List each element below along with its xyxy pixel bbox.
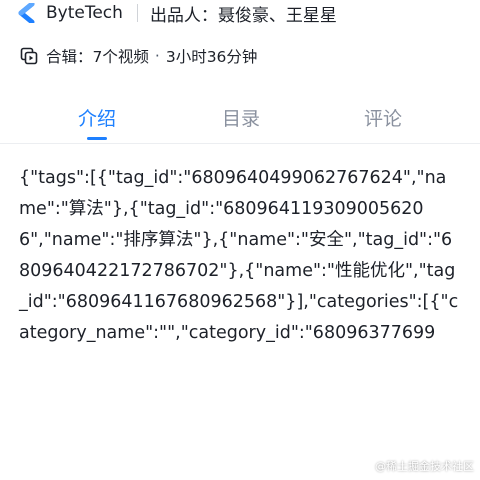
author-label: 出品人： xyxy=(149,5,218,26)
tab-bar: 介绍 目录 评论 xyxy=(0,96,480,144)
video-collection-icon xyxy=(20,47,38,65)
tab-intro[interactable]: 介绍 xyxy=(78,104,116,131)
tab-comments[interactable]: 评论 xyxy=(364,104,402,131)
collection-info[interactable]: 合辑： 7个视频 · 3小时36分钟 xyxy=(20,44,257,68)
brand-name: ByteTech xyxy=(46,3,123,23)
bytetech-logo-icon xyxy=(18,1,36,25)
intro-content-text: {"tags":[{"tag_id":"6809640499062767624"… xyxy=(19,168,459,343)
separator-dot: · xyxy=(154,47,160,65)
watermark: @稀土掘金技术社区 xyxy=(375,460,474,473)
tab-catalog[interactable]: 目录 xyxy=(222,104,260,131)
collection-label: 合辑： xyxy=(46,48,93,66)
author-names[interactable]: 聂俊豪、王星星 xyxy=(218,1,337,26)
active-tab-indicator xyxy=(87,137,107,140)
total-duration: 3小时36分钟 xyxy=(165,48,258,66)
header: ByteTech 出品人： 聂俊豪、王星星 xyxy=(0,0,480,26)
video-count: 7个视频 xyxy=(92,48,149,66)
header-divider xyxy=(136,4,138,22)
